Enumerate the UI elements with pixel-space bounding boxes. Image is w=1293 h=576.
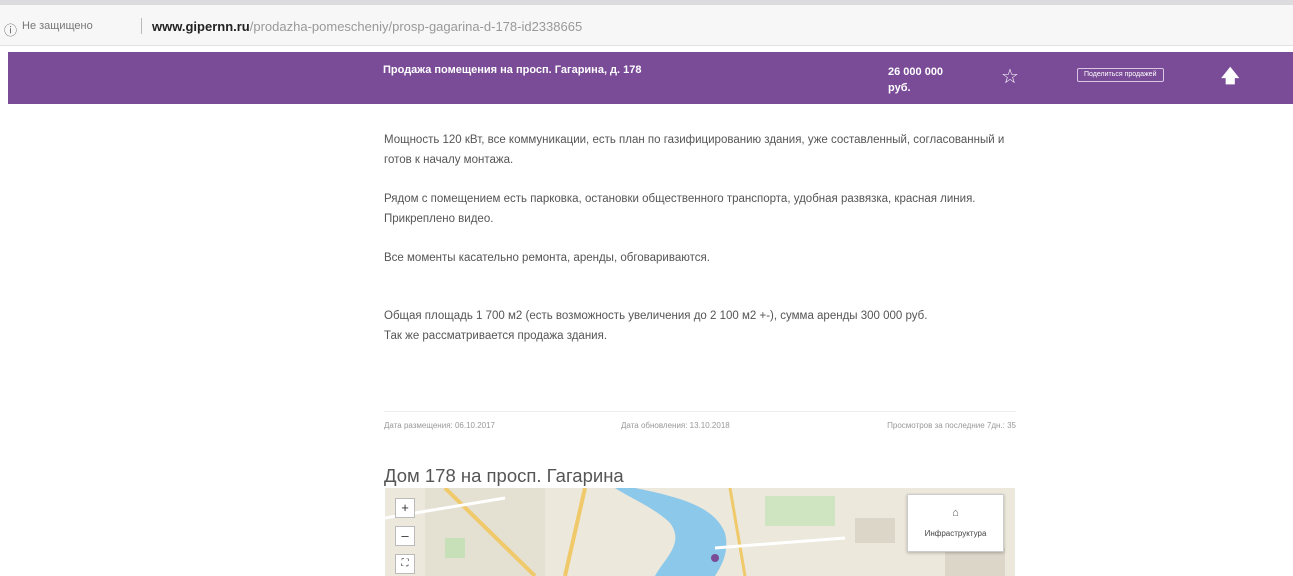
zoom-out-button[interactable]: – [395,526,415,546]
share-listing-button[interactable]: Поделиться продажей [1077,68,1164,82]
location-map[interactable]: + – ⛶ ⌂ Инфраструктура [385,488,1015,576]
infrastructure-label: Инфраструктура [924,529,987,538]
description-paragraph: Все моменты касательно ремонта, аренды, … [384,252,710,264]
infrastructure-button[interactable]: ⌂ Инфраструктура [907,494,1004,552]
address-divider [141,18,142,34]
address-bar[interactable]: ⓘ Не защищено www.gipernn.ru/prodazha-po… [0,0,1293,46]
listing-header-bar: Продажа помещения на просп. Гагарина, д.… [8,52,1293,104]
description-paragraph: Общая площадь 1 700 м2 (есть возможность… [384,310,928,322]
updated-date: Дата обновления: 13.10.2018 [621,421,730,430]
listing-description: Мощность 120 кВт, все коммуникации, есть… [384,130,1014,346]
views-count: Просмотров за последние 7дн.: 35 [887,421,1016,430]
fullscreen-button[interactable]: ⛶ [395,554,415,574]
star-outline-icon[interactable]: ☆ [1001,64,1019,89]
arrow-up-icon[interactable]: 🡅 [1221,64,1240,94]
zoom-in-button[interactable]: + [395,498,415,518]
security-indicator[interactable]: Не защищено [22,20,93,32]
description-paragraph: Мощность 120 кВт, все коммуникации, есть… [384,134,1005,166]
listing-price: 26 000 000 руб. [888,66,944,94]
url-text[interactable]: www.gipernn.ru/prodazha-pomescheniy/pros… [152,19,582,34]
building-icon: ⌂ [952,507,959,519]
listing-title: Продажа помещения на просп. Гагарина, д.… [383,64,642,76]
listing-meta-row: Дата размещения: 06.10.2017 Дата обновле… [384,411,1016,436]
url-path: /prodazha-pomescheniy/prosp-gagarina-d-1… [249,19,583,34]
description-paragraph: Так же рассматривается продажа здания. [384,330,608,342]
url-host: www.gipernn.ru [152,19,250,34]
description-paragraph: Прикреплено видео. [384,213,494,225]
map-section-title: Дом 178 на просп. Гагарина [384,465,624,487]
info-icon[interactable]: ⓘ [4,20,17,39]
description-paragraph: Рядом с помещением есть парковка, остано… [384,193,976,205]
posted-date: Дата размещения: 06.10.2017 [384,421,496,430]
browser-tab-strip [0,0,1293,5]
